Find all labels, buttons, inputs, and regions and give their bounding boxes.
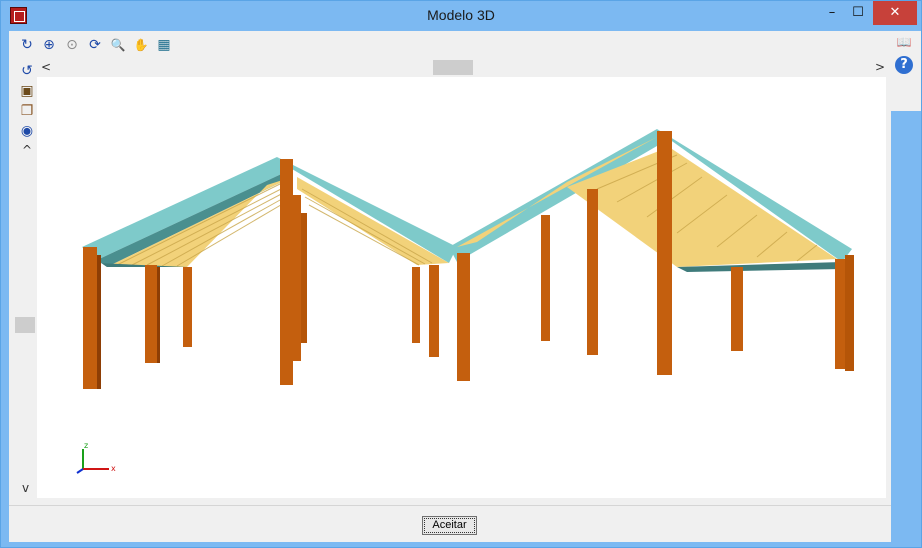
title-bar: Modelo 3D – ☐ ✕: [1, 1, 921, 31]
maximize-button[interactable]: ☐: [843, 1, 873, 25]
redraw-icon[interactable]: ↺: [17, 61, 37, 81]
left-roof: [82, 157, 457, 267]
book-icon[interactable]: 📖: [895, 33, 913, 51]
rotate-icon[interactable]: ↻: [17, 35, 37, 55]
zoom-previous-icon[interactable]: ⟳: [85, 35, 105, 55]
accept-button[interactable]: Aceitar: [422, 516, 477, 535]
column: [280, 159, 293, 385]
right-roof: [449, 129, 852, 272]
column: [293, 195, 301, 361]
footer-bar: Aceitar: [9, 505, 891, 542]
client-area: ↻ ⊕ ⊙ ⟳ 🔍 ✋ ▦ ↺ ▣ ❐ ◉ ^ v < > z x Aceita…: [9, 31, 891, 542]
column: [587, 189, 598, 355]
column: [183, 267, 192, 347]
column: [429, 265, 439, 357]
horizontal-scroll-thumb[interactable]: [433, 60, 473, 75]
column: [835, 259, 845, 369]
column: [145, 265, 157, 363]
zoom-icon[interactable]: 🔍: [108, 35, 128, 55]
x-axis-label: x: [111, 464, 116, 473]
column: [731, 267, 743, 351]
help-icon[interactable]: ?: [895, 56, 913, 74]
window-title: Modelo 3D: [427, 7, 495, 23]
view-icon[interactable]: ▦: [154, 35, 174, 55]
column: [541, 215, 550, 341]
solid-view-icon[interactable]: ▣: [17, 81, 37, 101]
purlins-left: [107, 177, 292, 267]
column: [301, 213, 307, 343]
vertical-scroll-thumb[interactable]: [15, 317, 35, 333]
column: [457, 253, 470, 381]
pan-hand-icon[interactable]: ✋: [131, 35, 151, 55]
z-axis-label: z: [84, 441, 88, 450]
3d-viewport[interactable]: z x: [37, 77, 886, 498]
column: [412, 267, 420, 343]
zoom-window-icon[interactable]: ⊕: [39, 35, 59, 55]
left-toolbar: ↺ ▣ ❐ ◉ ^ v: [17, 61, 37, 501]
purlins-right: [297, 177, 449, 265]
structure-3d-model: z x: [76, 129, 854, 474]
axis-indicator: z x: [76, 441, 116, 474]
zoom-extents-icon[interactable]: ⊙: [62, 35, 82, 55]
right-toolbar: 📖 ?: [891, 31, 921, 111]
column: [657, 131, 672, 375]
scroll-right-icon[interactable]: >: [875, 60, 885, 74]
window: Modelo 3D – ☐ ✕ ↻ ⊕ ⊙ ⟳ 🔍 ✋ ▦ ↺ ▣ ❐ ◉ ^ …: [0, 0, 922, 548]
column: [845, 255, 854, 371]
scroll-left-icon[interactable]: <: [41, 60, 51, 74]
scroll-up-icon[interactable]: ^: [22, 143, 32, 157]
close-button[interactable]: ✕: [873, 1, 917, 25]
scroll-down-icon[interactable]: v: [22, 481, 29, 495]
layers-icon[interactable]: ❐: [17, 101, 37, 121]
horizontal-scrollbar[interactable]: < >: [39, 60, 889, 77]
column: [83, 247, 97, 389]
eye-icon[interactable]: ◉: [17, 121, 37, 141]
